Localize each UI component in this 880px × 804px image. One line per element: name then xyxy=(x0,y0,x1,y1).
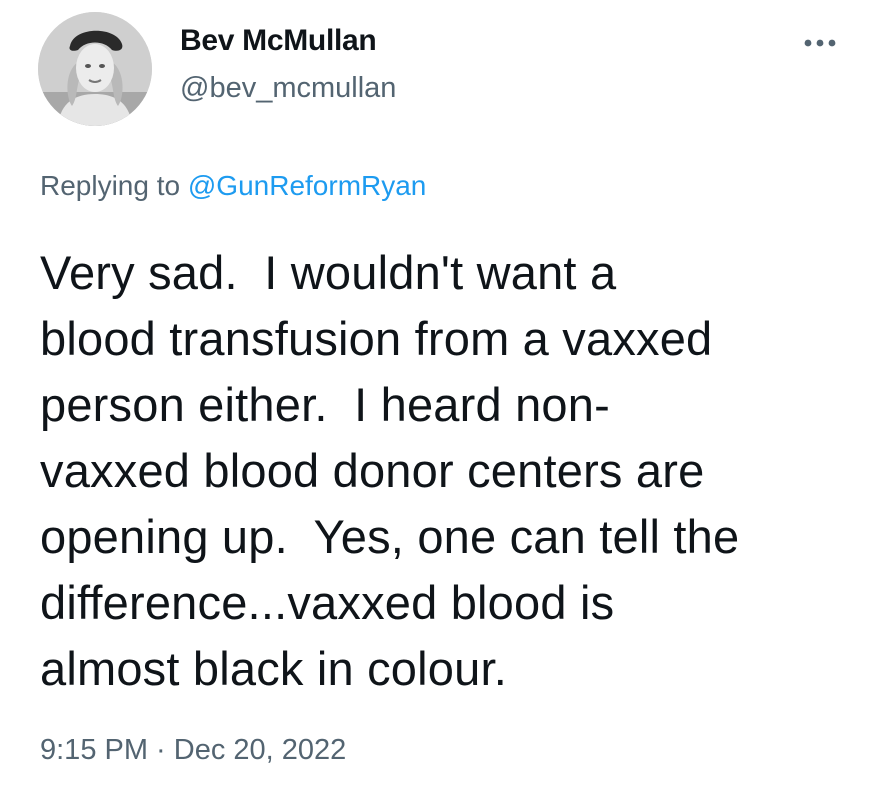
tweet-card: Bev McMullan @bev_mcmullan Replying to @… xyxy=(0,0,880,804)
more-horizontal-icon xyxy=(804,39,836,47)
avatar[interactable] xyxy=(38,12,152,126)
tweet-text-line: almost black in colour. xyxy=(40,642,507,695)
tweet-text-line: vaxxed blood donor centers are xyxy=(40,444,705,497)
tweet-text-line: Very sad. I wouldn't want a xyxy=(40,246,617,299)
tweet-timestamp[interactable]: 9:15 PM · Dec 20, 2022 xyxy=(40,734,346,767)
tweet-time: 9:15 PM xyxy=(40,734,148,766)
tweet-date: Dec 20, 2022 xyxy=(173,734,347,766)
reply-prefix: Replying to xyxy=(40,170,188,201)
more-options-button[interactable] xyxy=(798,28,842,58)
author-display-name[interactable]: Bev McMullan xyxy=(180,24,377,58)
avatar-photo-icon xyxy=(38,12,152,126)
reply-mention-link[interactable]: @GunReformRyan xyxy=(188,170,427,201)
tweet-text: Very sad. I wouldn't want a blood transfu… xyxy=(40,240,850,702)
tweet-text-line: blood transfusion from a vaxxed xyxy=(40,312,713,365)
author-handle[interactable]: @bev_mcmullan xyxy=(180,72,396,105)
tweet-text-line: person either. I heard non- xyxy=(40,378,610,431)
reply-context: Replying to @GunReformRyan xyxy=(40,170,426,202)
tweet-text-line: opening up. Yes, one can tell the xyxy=(40,510,740,563)
timestamp-separator: · xyxy=(148,734,174,766)
tweet-text-line: difference...vaxxed blood is xyxy=(40,576,615,629)
